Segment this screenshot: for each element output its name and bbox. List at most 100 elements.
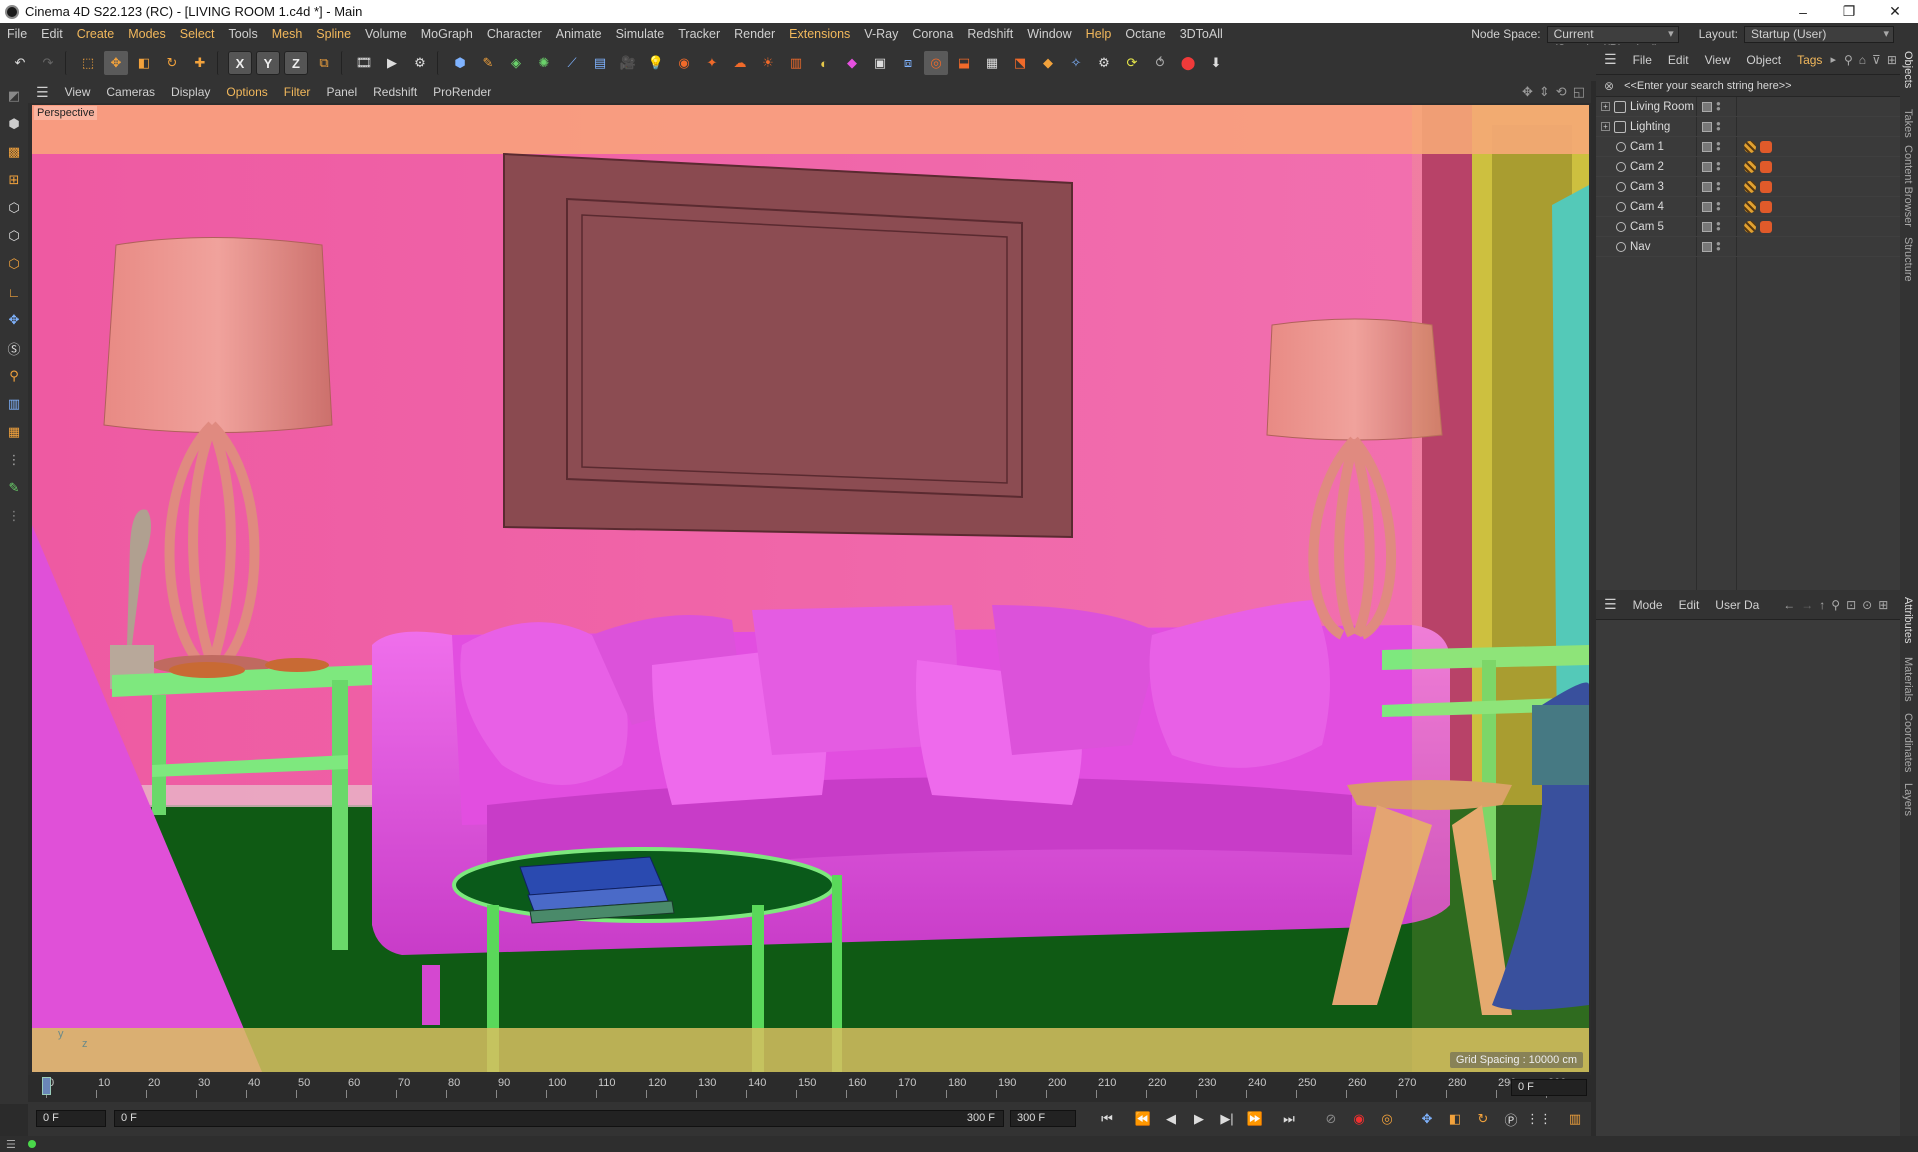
solo-icon[interactable]: ▦	[2, 420, 26, 444]
menu-tools[interactable]: Tools	[222, 27, 265, 41]
points-mode-icon[interactable]: ⬡	[2, 196, 26, 220]
object-name[interactable]: Nav	[1630, 241, 1650, 253]
object-row[interactable]: Cam 5 ● ●	[1596, 217, 1900, 237]
key-position-icon[interactable]: ✥	[1416, 1108, 1438, 1130]
undo-icon[interactable]: ↶	[8, 51, 32, 75]
menu-create[interactable]: Create	[70, 27, 122, 41]
am-menu-edit[interactable]: Edit	[1671, 598, 1708, 612]
record-disabled-icon[interactable]: ⊘	[1320, 1108, 1342, 1130]
octane-settings-icon[interactable]: ⬓	[952, 51, 976, 75]
menu-file[interactable]: File	[0, 27, 34, 41]
menu-character[interactable]: Character	[480, 27, 549, 41]
texture-icon[interactable]: ▦	[980, 51, 1004, 75]
octane-light-icon[interactable]: ✦	[700, 51, 724, 75]
menu-3dtoall[interactable]: 3DToAll	[1173, 27, 1230, 41]
object-row[interactable]: Cam 1 ● ●	[1596, 137, 1900, 157]
tab-layers[interactable]: Layers	[1902, 783, 1914, 816]
maximize-panel-icon[interactable]: ⊞	[1887, 53, 1897, 67]
axis-mode-icon[interactable]: ∟	[2, 280, 26, 304]
object-row[interactable]: Nav ● ●	[1596, 237, 1900, 257]
object-row[interactable]: + Lighting ● ●	[1596, 117, 1900, 137]
cloner-icon[interactable]: ✺	[532, 51, 556, 75]
forward-arrow-icon[interactable]: →	[1801, 598, 1813, 612]
editor-render-visibility-icon[interactable]: ● ●	[1716, 239, 1721, 253]
menu-select[interactable]: Select	[173, 27, 222, 41]
move-tool-icon[interactable]: ✥	[104, 51, 128, 75]
pyramid-icon[interactable]: ◆	[1036, 51, 1060, 75]
add-tool-icon[interactable]: ✚	[188, 51, 212, 75]
scale-tool-icon[interactable]: ◧	[132, 51, 156, 75]
autokey-icon[interactable]: ◎	[1376, 1108, 1398, 1130]
am-menu-userdata[interactable]: User Da	[1707, 598, 1767, 612]
object-name[interactable]: Living Room	[1630, 101, 1694, 113]
timeline-icon[interactable]: ▥	[1564, 1108, 1586, 1130]
sync-icon[interactable]: ⟳	[1120, 51, 1144, 75]
menu-render[interactable]: Render	[727, 27, 782, 41]
menu-redshift[interactable]: Redshift	[960, 27, 1020, 41]
end-frame-field[interactable]: 300 F	[1010, 1110, 1076, 1127]
menu-animate[interactable]: Animate	[549, 27, 609, 41]
menu-octane[interactable]: Octane	[1118, 27, 1172, 41]
timeline-ruler[interactable]: 0 10 20 30 40 50 60 70 80 90 100 110 120 130 140 150 160…	[28, 1075, 1591, 1102]
editor-render-visibility-icon[interactable]: ● ●	[1716, 99, 1721, 113]
viewport-scene[interactable]: Perspective y z Grid Spacing : 10000 cm	[32, 105, 1589, 1072]
tab-materials[interactable]: Materials	[1902, 657, 1914, 702]
om-menu-view[interactable]: View	[1697, 53, 1739, 67]
cycle-icon[interactable]: ⥀	[1148, 51, 1172, 75]
render-settings-icon[interactable]: ⚙	[408, 51, 432, 75]
om-menu-edit[interactable]: Edit	[1660, 53, 1697, 67]
restore-button[interactable]: ❐	[1826, 0, 1872, 23]
new-panel-icon[interactable]: ⊙	[1862, 598, 1872, 612]
paint-icon[interactable]: ✎	[2, 476, 26, 500]
picture-viewer-icon[interactable]: ▣	[868, 51, 892, 75]
expand-icon[interactable]: +	[1601, 102, 1610, 111]
om-menu-tags[interactable]: Tags	[1789, 53, 1830, 67]
lock-workplane-icon[interactable]: ⚲	[2, 364, 26, 388]
layer-visibility-icon[interactable]	[1702, 181, 1712, 192]
object-name[interactable]: Cam 3	[1630, 181, 1664, 193]
om-menu-file[interactable]: File	[1625, 53, 1660, 67]
filter-icon[interactable]: ⊽	[1872, 53, 1881, 67]
layer-visibility-icon[interactable]	[1702, 221, 1712, 232]
up-arrow-icon[interactable]: ↑	[1819, 598, 1825, 612]
protection-tag-icon[interactable]	[1744, 220, 1756, 233]
key-parameter-icon[interactable]: Ⓟ	[1500, 1108, 1522, 1130]
status-menu-icon[interactable]: ☰	[6, 1138, 16, 1151]
editor-render-visibility-icon[interactable]: ● ●	[1716, 119, 1721, 133]
texture-mode-icon[interactable]: ▩	[2, 140, 26, 164]
protection-tag-icon[interactable]	[1744, 140, 1756, 153]
menu-tracker[interactable]: Tracker	[671, 27, 727, 41]
expand-icon[interactable]: +	[1601, 122, 1610, 131]
orbit-view-icon[interactable]: ⟲	[1556, 84, 1567, 100]
object-search-input[interactable]	[1624, 76, 1895, 95]
scene-icon[interactable]: ⧈	[896, 51, 920, 75]
viewport-menu-view[interactable]: View	[57, 85, 99, 99]
snapping-icon[interactable]: Ⓢ	[2, 336, 26, 360]
octane-material-icon[interactable]: ◆	[840, 51, 864, 75]
object-name[interactable]: Cam 1	[1630, 141, 1664, 153]
layer-visibility-icon[interactable]	[1702, 161, 1712, 172]
planar-workplane-icon[interactable]: ▥	[2, 392, 26, 416]
viewport-menu-filter[interactable]: Filter	[276, 85, 319, 99]
material-icon[interactable]: ◐	[812, 51, 836, 75]
layer-visibility-icon[interactable]	[1702, 101, 1712, 112]
render-view-icon[interactable]: 🎞	[352, 51, 376, 75]
viewport-menu-display[interactable]: Display	[163, 85, 218, 99]
object-name[interactable]: Cam 2	[1630, 161, 1664, 173]
render-picture-viewer-icon[interactable]: ▶	[380, 51, 404, 75]
record-keys-icon[interactable]: ◉	[1348, 1108, 1370, 1130]
light-icon[interactable]: 💡	[644, 51, 668, 75]
menu-spline[interactable]: Spline	[309, 27, 358, 41]
redo-icon[interactable]: ↷	[36, 51, 60, 75]
octane-tag-icon[interactable]: ⬔	[1008, 51, 1032, 75]
octane-sun-icon[interactable]: ☀	[756, 51, 780, 75]
pan-view-icon[interactable]: ✥	[1522, 84, 1533, 100]
minimize-button[interactable]: –	[1780, 0, 1826, 23]
pen-spline-icon[interactable]: ✎	[476, 51, 500, 75]
particle-icon[interactable]: ✧	[1064, 51, 1088, 75]
grid-icon[interactable]: ⋮	[2, 448, 26, 472]
search-icon[interactable]: ⚲	[1831, 598, 1840, 612]
tab-objects[interactable]: Objects	[1902, 51, 1914, 88]
menu-volume[interactable]: Volume	[358, 27, 414, 41]
menu-help[interactable]: Help	[1079, 27, 1119, 41]
